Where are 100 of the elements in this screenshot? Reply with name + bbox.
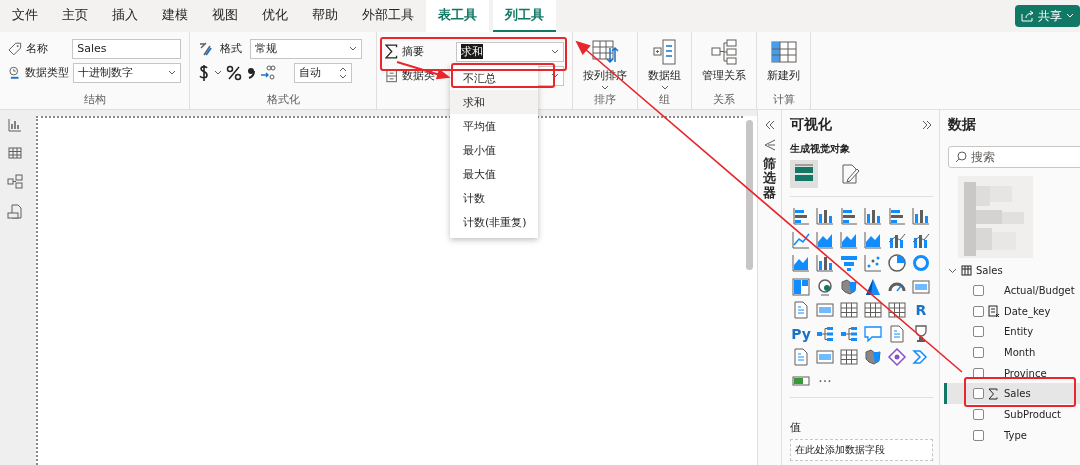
- dropdown-option[interactable]: 计数(非重复): [450, 210, 538, 234]
- data-type-label: 数据类型: [25, 65, 70, 80]
- area-chart-icon: [839, 229, 859, 250]
- ribbon-button[interactable]: 管理关系: [700, 38, 748, 83]
- document-icon: [887, 323, 907, 344]
- menu-tab[interactable]: 帮助: [300, 0, 350, 32]
- visual-type-button[interactable]: [910, 252, 932, 274]
- checkbox[interactable]: [973, 326, 984, 338]
- decimal-icon[interactable]: [260, 64, 276, 81]
- field-item[interactable]: Actual/Budget: [944, 280, 1080, 301]
- field-name: Province: [1004, 367, 1047, 379]
- script-visual-button[interactable]: Py: [790, 322, 812, 345]
- visual-type-button[interactable]: [790, 252, 812, 274]
- document-icon: [791, 300, 811, 320]
- visual-type-button[interactable]: [862, 205, 884, 227]
- visual-type-button[interactable]: [790, 205, 812, 227]
- chevron-down-icon: [349, 45, 357, 52]
- model-view-icon[interactable]: [7, 174, 23, 190]
- filters-label[interactable]: 筛选器: [763, 157, 776, 200]
- dropdown-option[interactable]: 平均值: [450, 114, 538, 138]
- visual-type-button[interactable]: [814, 205, 836, 227]
- menu-tab[interactable]: 建模: [150, 0, 200, 32]
- card-icon: [815, 347, 835, 367]
- table-view-icon[interactable]: [8, 146, 22, 160]
- dropdown-option[interactable]: 求和: [450, 90, 538, 114]
- menu-tab[interactable]: 主页: [50, 0, 100, 32]
- visual-type-button[interactable]: [838, 299, 860, 321]
- visual-type-button[interactable]: [886, 252, 908, 274]
- area-chart-icon: [815, 229, 835, 250]
- percent-icon[interactable]: [226, 64, 242, 81]
- globe-icon: [815, 276, 835, 297]
- column-chart-icon: [911, 206, 931, 226]
- field-item[interactable]: SubProduct: [944, 404, 1080, 425]
- search-field[interactable]: 搜索: [948, 146, 1080, 168]
- well-label: 值: [790, 420, 802, 435]
- name-field[interactable]: Sales: [72, 38, 181, 59]
- group-label: 组: [658, 92, 671, 107]
- data-type-select[interactable]: 十进制数字: [73, 62, 181, 83]
- expand-icon[interactable]: [921, 120, 933, 130]
- field-item[interactable]: Entity: [944, 321, 1080, 343]
- visual-type-button[interactable]: [862, 299, 884, 321]
- field-item[interactable]: Month: [944, 342, 1080, 363]
- menu-tab[interactable]: 列工具: [493, 0, 556, 32]
- menu-tab[interactable]: 视图: [200, 0, 250, 32]
- field-item[interactable]: Province: [944, 362, 1080, 384]
- visual-type-button[interactable]: [790, 275, 812, 298]
- chevron-down-icon: [1066, 13, 1074, 19]
- table-name[interactable]: Sales: [976, 264, 1003, 276]
- checkbox[interactable]: [973, 346, 984, 358]
- ribbon-button[interactable]: 新建列: [765, 38, 802, 83]
- menu-tab[interactable]: 插入: [100, 0, 150, 32]
- checkbox[interactable]: [973, 367, 984, 379]
- menu-tab[interactable]: 文件: [0, 0, 50, 32]
- field-drop-area[interactable]: 在此处添加数据字段: [790, 439, 933, 461]
- column-chart-icon: [815, 206, 835, 226]
- share-button[interactable]: 共享: [1015, 5, 1080, 27]
- summarization-select[interactable]: 求和: [455, 41, 564, 62]
- ribbon-button[interactable]: 数据组: [646, 38, 683, 91]
- visual-type-button[interactable]: [814, 252, 836, 274]
- dropdown-option[interactable]: 最小值: [450, 138, 538, 162]
- comma-icon[interactable]: [246, 65, 256, 80]
- menu-tab[interactable]: 外部工具: [350, 0, 426, 32]
- table-icon: [839, 300, 859, 320]
- visual-type-button[interactable]: [838, 346, 860, 368]
- visual-type-button[interactable]: [838, 205, 860, 227]
- column-chart-icon: [863, 206, 883, 226]
- visual-type-button[interactable]: [862, 252, 884, 274]
- more-visuals-button[interactable]: ···: [814, 369, 836, 392]
- field-item[interactable]: Sales: [944, 383, 1080, 405]
- decimal-places-field[interactable]: 自动: [294, 62, 352, 83]
- dropdown-option[interactable]: 计数: [450, 186, 538, 210]
- menu-tab[interactable]: 表工具: [426, 0, 489, 32]
- dax-query-icon[interactable]: [7, 204, 23, 220]
- menu-tab[interactable]: 优化: [250, 0, 300, 32]
- checkbox[interactable]: [973, 429, 984, 441]
- table-icon: [961, 264, 972, 276]
- checkbox[interactable]: [973, 408, 984, 420]
- scrollbar-thumb[interactable]: [746, 120, 753, 270]
- field-item[interactable]: Type: [944, 424, 1080, 446]
- script-visual-button[interactable]: R: [910, 299, 932, 321]
- field-name: SubProduct: [1004, 408, 1061, 420]
- annotation-arrow: [396, 61, 449, 80]
- report-view-icon[interactable]: [8, 118, 22, 132]
- checkbox[interactable]: [973, 388, 984, 400]
- checkbox[interactable]: [973, 305, 984, 317]
- field-item[interactable]: Date_key: [944, 300, 1080, 322]
- visual-type-button[interactable]: [886, 205, 908, 227]
- bar-chart-icon: [839, 206, 859, 226]
- field-name: Actual/Budget: [1004, 284, 1075, 296]
- visual-type-button[interactable]: [910, 205, 932, 227]
- checkbox[interactable]: [973, 284, 984, 296]
- visual-type-button[interactable]: [886, 346, 908, 368]
- format-select[interactable]: 常规: [250, 38, 362, 59]
- currency-icon[interactable]: [198, 63, 210, 82]
- visual-type-button[interactable]: [862, 346, 884, 368]
- tag-icon: [8, 41, 22, 56]
- dropdown-option[interactable]: 最大值: [450, 162, 538, 186]
- visual-type-button[interactable]: [886, 299, 908, 321]
- build-visual-tab[interactable]: [790, 160, 818, 188]
- field-name: Type: [1004, 429, 1027, 441]
